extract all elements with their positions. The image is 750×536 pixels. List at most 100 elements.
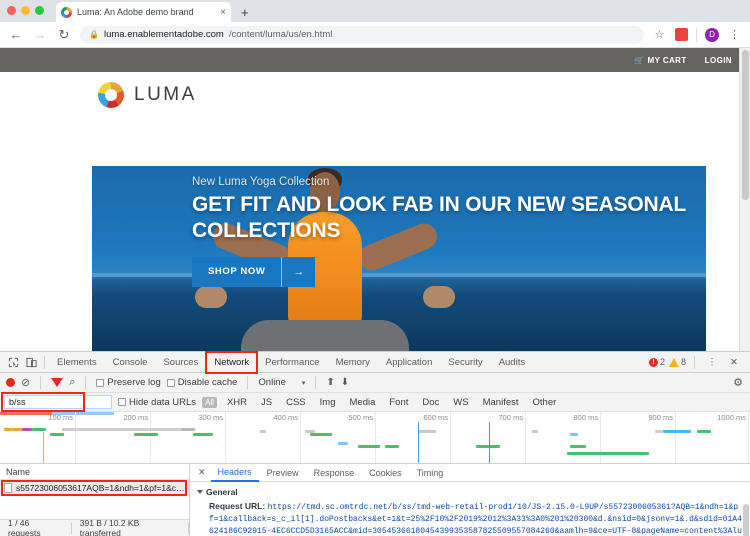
luma-site-header: LUMA (0, 72, 750, 118)
type-filter-media[interactable]: Media (346, 397, 380, 408)
overview-load-marker (418, 422, 419, 463)
overview-request-bar (12, 428, 22, 431)
forward-icon[interactable]: → (32, 27, 48, 43)
preserve-log-label: Preserve log (107, 377, 161, 388)
error-count-badge[interactable]: ! 2 (648, 357, 665, 367)
device-toolbar-icon[interactable] (22, 353, 40, 371)
address-bar-host: luma.enablementadobe.com (103, 29, 224, 40)
request-url-value[interactable]: https://tmd.sc.omtrdc.net/b/ss/tmd-web-r… (209, 503, 742, 536)
devtools-menu-icon[interactable]: ⋮ (703, 353, 721, 371)
type-filter-doc[interactable]: Doc (418, 397, 443, 408)
lock-icon: 🔒 (89, 30, 99, 39)
address-bar[interactable]: 🔒 luma.enablementadobe.com/content/luma/… (80, 25, 644, 44)
luma-logo-mark-icon[interactable] (98, 82, 124, 108)
devtools-tab-elements[interactable]: Elements (49, 352, 105, 373)
type-filter-ws[interactable]: WS (449, 397, 472, 408)
hero-copy: New Luma Yoga Collection GET FIT AND LOO… (192, 176, 700, 288)
clear-icon[interactable]: ⊘ (21, 376, 30, 389)
disable-cache-checkbox[interactable]: Disable cache (166, 377, 237, 388)
filter-input-wrap (1, 392, 112, 412)
search-icon[interactable]: ⌕ (69, 376, 75, 389)
type-filter-other[interactable]: Other (529, 397, 561, 408)
page-scroll-thumb[interactable] (742, 50, 749, 200)
window-minimize-button[interactable] (21, 6, 30, 15)
devtools-tab-memory[interactable]: Memory (328, 352, 378, 373)
general-section-header[interactable]: General (197, 487, 742, 497)
gear-icon[interactable]: ⚙ (733, 376, 750, 389)
document-icon (4, 482, 12, 493)
devtools-tab-console[interactable]: Console (105, 352, 156, 373)
type-filter-manifest[interactable]: Manifest (479, 397, 523, 408)
type-filter-img[interactable]: Img (316, 397, 340, 408)
request-list-header[interactable]: Name (0, 464, 189, 480)
close-icon[interactable]: ✕ (194, 467, 210, 478)
filter-input[interactable] (4, 395, 112, 409)
devtools-tab-network[interactable]: Network (205, 350, 259, 374)
warning-count-badge[interactable]: 8 (668, 357, 686, 367)
type-filter-all[interactable]: All (202, 396, 217, 408)
table-row[interactable]: s55723006053617AQB=1&ndh=1&pf=1&call… (0, 480, 189, 495)
status-divider-2 (188, 522, 189, 534)
import-har-icon[interactable]: ⬆ (326, 377, 334, 388)
bookmark-star-icon[interactable]: ☆ (652, 27, 667, 42)
browser-tab[interactable]: Luma: An Adobe demo brand × (56, 2, 231, 22)
request-name: s55723006053617AQB=1&ndh=1&pf=1&call… (16, 482, 189, 493)
luma-logo-text[interactable]: LUMA (134, 84, 197, 106)
transferred-size: 391 B / 10.2 KB transferred (79, 518, 140, 536)
throttling-select[interactable]: Online ▾ (258, 377, 305, 388)
detail-body: General Request URL: https://tmd.sc.omtr… (190, 482, 750, 536)
network-timeline-overview[interactable]: 100 ms 200 ms 300 ms 400 ms 500 ms 600 m… (0, 412, 750, 464)
browser-menu-icon[interactable]: ⋮ (727, 27, 742, 42)
browser-toolbar: ← → ↻ 🔒 luma.enablementadobe.com/content… (0, 22, 750, 48)
detail-tab-response[interactable]: Response (307, 464, 362, 482)
type-filter-font[interactable]: Font (385, 397, 412, 408)
devtools-tab-audits[interactable]: Audits (491, 352, 533, 373)
detail-tab-timing[interactable]: Timing (410, 464, 451, 482)
detail-tab-headers[interactable]: Headers (210, 464, 259, 482)
record-button[interactable] (6, 378, 15, 387)
profile-avatar[interactable]: D (705, 27, 719, 42)
overview-request-bar (663, 430, 691, 433)
detail-scrollbar[interactable] (743, 504, 749, 536)
devtools-close-icon[interactable]: ✕ (725, 353, 743, 371)
devtools-tab-application[interactable]: Application (378, 352, 440, 373)
tabbar-divider (44, 355, 45, 369)
overview-tick-label: 800 ms (573, 413, 598, 422)
detail-tab-cookies[interactable]: Cookies (362, 464, 409, 482)
devtools-tab-performance[interactable]: Performance (257, 352, 327, 373)
extension-icon[interactable] (675, 28, 688, 41)
page-viewport: 🛒 MY CART LOGIN LUMA New Luma Yoga Colle… (0, 48, 750, 351)
type-filter-xhr[interactable]: XHR (223, 397, 251, 408)
detail-tab-preview[interactable]: Preview (260, 464, 306, 482)
login-link[interactable]: LOGIN (705, 56, 732, 65)
window-maximize-button[interactable] (35, 6, 44, 15)
export-har-icon[interactable]: ⬇ (341, 377, 349, 388)
type-filter-css[interactable]: CSS (282, 397, 310, 408)
overview-request-bar (134, 433, 158, 436)
shop-now-button[interactable]: SHOP NOW → (192, 257, 316, 288)
devtools-tabbar: Elements Console Sources Network Perform… (0, 350, 750, 374)
overview-tick-label: 300 ms (198, 413, 223, 422)
hide-data-urls-checkbox[interactable]: Hide data URLs (118, 397, 196, 408)
hero-eyebrow: New Luma Yoga Collection (192, 176, 330, 188)
back-icon[interactable]: ← (8, 27, 24, 43)
detail-scroll-thumb[interactable] (743, 504, 749, 536)
preserve-log-checkbox[interactable]: Preserve log (96, 377, 161, 388)
my-cart-label: MY CART (647, 55, 687, 65)
overview-request-bar (655, 430, 663, 433)
overview-tick-label: 700 ms (498, 413, 523, 422)
window-close-button[interactable] (7, 6, 16, 15)
devtools-tab-sources[interactable]: Sources (155, 352, 206, 373)
page-scrollbar[interactable] (739, 48, 750, 351)
my-cart-link[interactable]: 🛒 MY CART (634, 56, 686, 65)
reload-icon[interactable]: ↻ (56, 27, 72, 43)
devtools-tab-security[interactable]: Security (440, 352, 490, 373)
arrow-right-icon: → (281, 257, 316, 288)
detail-tabbar: ✕ Headers Preview Response Cookies Timin… (190, 464, 750, 482)
filter-funnel-icon[interactable] (51, 378, 64, 387)
close-icon[interactable]: × (220, 7, 226, 18)
new-tab-button[interactable]: + (241, 6, 249, 19)
overview-request-bar (4, 428, 12, 431)
inspect-element-icon[interactable] (4, 353, 22, 371)
type-filter-js[interactable]: JS (257, 397, 276, 408)
